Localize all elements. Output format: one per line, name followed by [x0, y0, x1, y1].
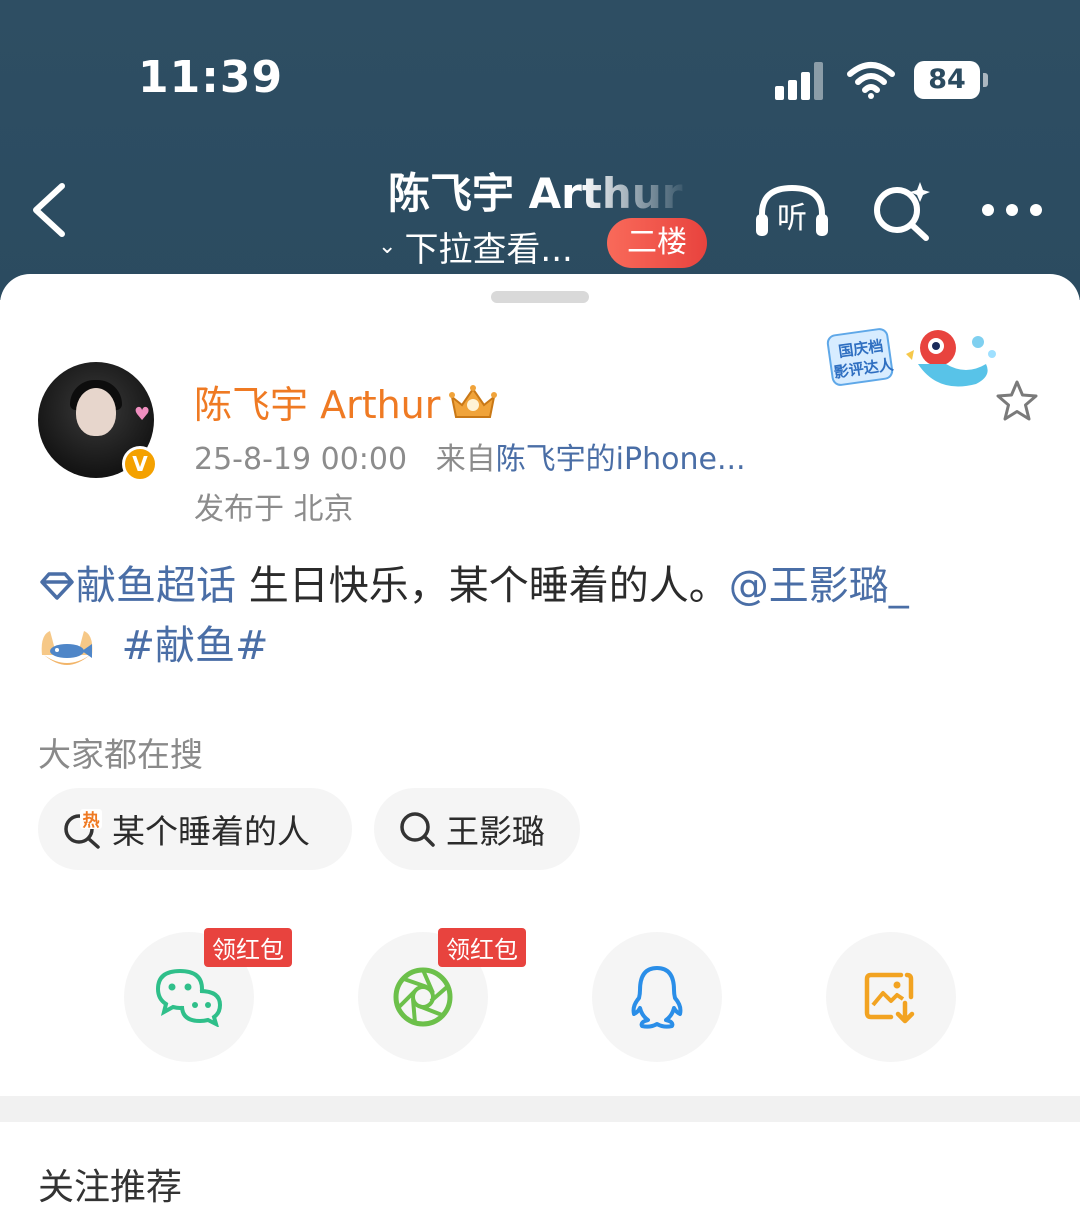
save-image-button[interactable] [826, 932, 956, 1062]
share-qq-button[interactable] [592, 932, 722, 1062]
favorite-star-icon[interactable] [994, 378, 1040, 424]
qq-penguin-icon [631, 966, 683, 1029]
username[interactable]: 陈飞宇 Arthur [194, 374, 498, 429]
hot-search-title: 大家都在搜 [38, 735, 203, 774]
username-label: 陈飞宇 Arthur [194, 383, 441, 427]
source-prefix: 来自 [435, 442, 496, 477]
post-timestamp: 25-8-19 00:00 [194, 442, 408, 477]
post-content: 献鱼超话 生日快乐，某个睡着的人。@王影璐_ #献鱼# [38, 556, 1048, 676]
hot-mark: 热 [83, 810, 100, 831]
wifi-icon [847, 62, 895, 99]
search-sparkle-icon[interactable] [870, 180, 932, 242]
diamond-topic-icon [40, 572, 74, 600]
search-icon [400, 812, 435, 847]
section-divider [0, 1096, 1080, 1122]
hot-search-chip[interactable]: 热 某个睡着的人 [38, 788, 352, 870]
post-location: 发布于 北京 [194, 492, 354, 527]
recommend-title: 关注推荐 [38, 1167, 183, 1208]
post-meta: 25-8-19 00:00 来自陈飞宇的iPhone... [194, 434, 746, 478]
post-source-link[interactable]: 陈飞宇的iPhone... [496, 442, 746, 477]
search-chip[interactable]: 王影璐 [374, 788, 580, 870]
chevron-down-icon: ⌄ [378, 234, 397, 259]
post-body-text: 生日快乐，某个睡着的人。 [236, 563, 729, 609]
pull-down-hint-label: 下拉查看... [404, 230, 573, 270]
movie-critic-sticker-icon[interactable]: 国庆档 影评达人 [826, 324, 1002, 402]
topic-label: 献鱼超话 [76, 563, 236, 609]
hot-search-icon: 热 [64, 809, 102, 849]
search-chip-label: 王影璐 [446, 812, 545, 851]
back-icon[interactable] [30, 182, 70, 238]
share-row: 领红包 领红包 [0, 928, 1080, 1062]
heart-icon: ♥ [134, 404, 151, 425]
hashtag-link[interactable]: #献鱼# [121, 623, 268, 669]
status-time: 11:39 [138, 52, 284, 103]
crown-badge-icon [449, 384, 498, 418]
topic-link[interactable]: 献鱼超话 [38, 563, 236, 609]
moments-aperture-icon [393, 967, 453, 1027]
red-packet-tag: 领红包 [204, 928, 292, 967]
second-floor-badge[interactable]: 二楼 [607, 218, 707, 268]
avatar[interactable]: ♥ V [38, 362, 158, 482]
page-title: 陈飞宇 Arthur [388, 169, 683, 218]
more-icon[interactable] [980, 196, 1044, 224]
listen-label: 听 [777, 201, 807, 236]
share-moments-button[interactable]: 领红包 [358, 928, 526, 1062]
red-packet-tag: 领红包 [438, 928, 526, 967]
wechat-icon [155, 968, 223, 1027]
share-wechat-button[interactable]: 领红包 [124, 928, 292, 1062]
verified-badge: V [122, 446, 158, 482]
listen-icon[interactable]: 听 [754, 180, 830, 242]
sheet-grabber[interactable] [491, 291, 589, 303]
offering-fish-emoji-icon [41, 631, 93, 665]
top-header: 11:39 84 陈飞宇 Arthur ⌄ 下拉查看... 二楼 听 [0, 0, 1080, 300]
hot-search-chip-label: 某个睡着的人 [112, 812, 310, 851]
post-sheet: ♥ V 陈飞宇 Arthur 25-8-19 00:00 来自陈飞宇的iPhon… [0, 274, 1080, 1225]
signal-icon [775, 62, 829, 100]
save-image-icon [864, 972, 915, 1024]
mention-link[interactable]: @王影璐_ [729, 563, 909, 609]
battery-indicator: 84 [914, 61, 988, 99]
pull-down-hint[interactable]: ⌄ 下拉查看... [378, 222, 573, 271]
